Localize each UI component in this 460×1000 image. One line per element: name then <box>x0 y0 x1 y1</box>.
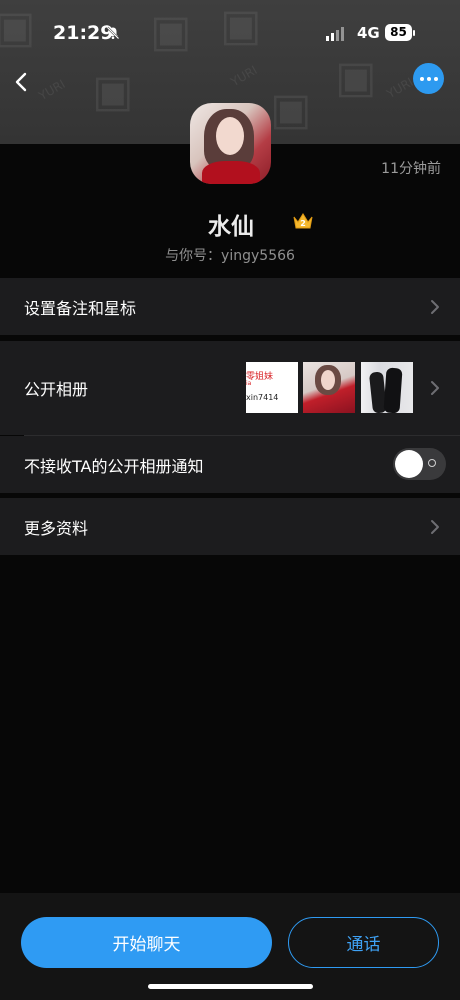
call-button[interactable]: 通话 <box>288 917 439 968</box>
toggle-off-indicator-icon <box>428 459 436 467</box>
battery-level: 85 <box>385 24 412 41</box>
mute-bell-icon <box>106 26 120 40</box>
watermark-camera-icon: ▣ <box>270 84 312 135</box>
album-thumbnail[interactable] <box>361 362 413 413</box>
watermark-text: YURI <box>36 76 68 104</box>
watermark-text: YURI <box>228 62 260 90</box>
more-options-button[interactable] <box>413 63 444 94</box>
battery-tip <box>413 30 415 36</box>
cellular-signal-icon <box>326 27 344 41</box>
album-notify-row: 不接收TA的公开相册通知 <box>0 436 460 493</box>
avatar[interactable] <box>190 103 271 184</box>
album-notify-label: 不接收TA的公开相册通知 <box>24 456 204 476</box>
toggle-knob <box>395 450 423 478</box>
crown-level: 2 <box>300 219 306 228</box>
thumbnail-text: xin7414 <box>246 393 279 402</box>
dot-icon <box>433 76 438 81</box>
public-album-label: 公开相册 <box>24 380 89 399</box>
more-info-label: 更多资料 <box>24 518 89 538</box>
thumbnail-text: ia <box>246 380 252 387</box>
last-active-time: 11分钟前 <box>381 161 441 177</box>
chevron-right-icon <box>431 519 439 534</box>
watermark-camera-icon: ▣ <box>335 52 377 103</box>
home-indicator[interactable] <box>148 984 313 989</box>
remark-and-star-row[interactable]: 设置备注和星标 <box>0 278 460 335</box>
album-thumbnail[interactable] <box>303 362 355 413</box>
watermark-camera-icon: ▣ <box>150 6 192 57</box>
chevron-right-icon <box>431 299 439 314</box>
watermark-camera-icon: ▣ <box>0 2 36 53</box>
account-id-line: 与你号：yingy5566 <box>165 248 295 264</box>
album-notify-toggle[interactable] <box>393 448 446 480</box>
profile-name: 水仙 <box>208 214 254 240</box>
chevron-right-icon <box>431 381 439 395</box>
album-thumbnail[interactable]: 零姐妹 ia xin7414 <box>246 362 298 413</box>
dot-icon <box>426 76 431 81</box>
watermark-text: YURI <box>384 74 416 102</box>
watermark-camera-icon: ▣ <box>220 0 262 51</box>
network-type: 4G <box>357 24 380 42</box>
dot-icon <box>419 76 424 81</box>
remark-and-star-label: 设置备注和星标 <box>24 298 137 318</box>
back-arrow-icon[interactable] <box>12 68 36 96</box>
status-time: 21:29 <box>53 22 114 44</box>
watermark-camera-icon: ▣ <box>92 66 134 117</box>
more-info-row[interactable]: 更多资料 <box>0 498 460 555</box>
start-chat-button[interactable]: 开始聊天 <box>21 917 272 968</box>
crown-badge-icon: 2 <box>293 213 313 229</box>
